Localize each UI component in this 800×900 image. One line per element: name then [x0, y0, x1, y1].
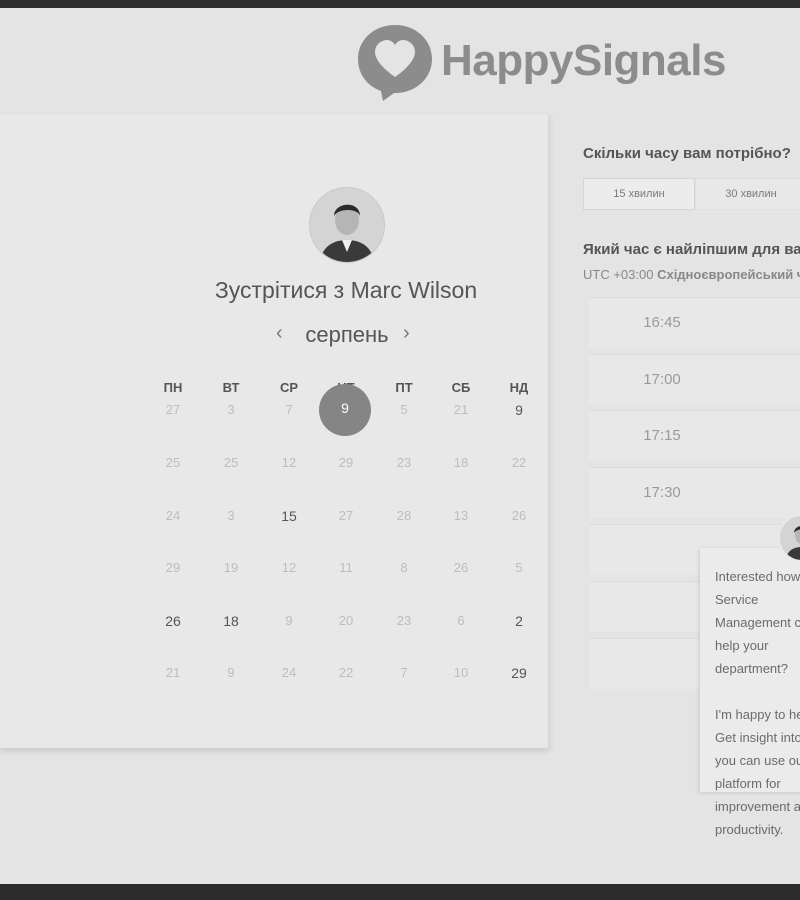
- calendar-day: 19: [223, 560, 239, 575]
- calendar-day: 3: [227, 508, 235, 523]
- month-label: серпень: [305, 322, 389, 347]
- chat-paragraph: Interested how Service Management can he…: [715, 569, 800, 676]
- calendar-day: 21: [165, 665, 181, 680]
- calendar-day: 11: [339, 560, 353, 575]
- duration-option-30[interactable]: 30 хвилин: [695, 178, 800, 210]
- calendar-day: 13: [453, 508, 469, 523]
- weekday-header: ПН: [163, 380, 183, 395]
- calendar-day: 29: [165, 560, 181, 575]
- calendar-day-selected[interactable]: 9: [319, 384, 371, 436]
- duration-question: Скільки часу вам потрібно?: [583, 145, 791, 162]
- person-photo-icon: [310, 188, 384, 262]
- calendar-day: 28: [396, 508, 412, 523]
- timezone-offset: UTC +03:00: [583, 267, 654, 282]
- calendar-day: 5: [400, 402, 408, 417]
- weekday-header: СР: [279, 380, 299, 395]
- calendar-day: 23: [396, 455, 412, 470]
- host-calendar-card: [0, 114, 549, 748]
- time-slot[interactable]: 16:45: [589, 297, 800, 348]
- calendar-day: 12: [281, 560, 297, 575]
- calendar-day: 18: [453, 455, 469, 470]
- calendar-day-available[interactable]: 29: [499, 666, 539, 680]
- person-photo-icon: [780, 516, 800, 560]
- time-slot[interactable]: 17:00: [589, 354, 800, 405]
- calendar-day: 8: [400, 560, 408, 575]
- weekday-header: ПТ: [395, 380, 413, 395]
- calendar-day: 25: [223, 455, 239, 470]
- chat-paragraph: I'm happy to help! Get insight into how …: [715, 707, 800, 837]
- brand-name: HappySignals: [441, 36, 726, 85]
- bottom-bar: [0, 884, 800, 900]
- calendar-day: 26: [453, 560, 469, 575]
- calendar-day: 22: [338, 665, 354, 680]
- calendar-day: 26: [511, 508, 527, 523]
- calendar-day-available[interactable]: 26: [153, 614, 193, 628]
- calendar-day: 9: [285, 613, 293, 628]
- calendar-day: 29: [338, 455, 354, 470]
- calendar-day: 7: [285, 402, 293, 417]
- calendar-day-available[interactable]: 9: [499, 403, 539, 417]
- host-avatar: [309, 187, 385, 263]
- calendar-day: 5: [515, 560, 523, 575]
- calendar-day: 24: [165, 508, 181, 523]
- calendar-day: 20: [338, 613, 354, 628]
- timezone-label[interactable]: UTC +03:00 Східноєвропейський час: [583, 267, 800, 282]
- chat-message: Interested how Service Management can he…: [715, 565, 800, 841]
- calendar-day-available[interactable]: 18: [211, 614, 251, 628]
- top-bar: [0, 0, 800, 8]
- calendar-day: 7: [400, 665, 408, 680]
- calendar-day: 21: [453, 402, 469, 417]
- time-slot[interactable]: 17:30: [589, 467, 800, 518]
- chevron-right-icon[interactable]: ›: [403, 322, 410, 345]
- timezone-name: Східноєвропейський час: [657, 267, 800, 282]
- month-navigation: ‹ серпень ›: [262, 320, 432, 350]
- calendar-day: 22: [511, 455, 527, 470]
- calendar-day: 25: [165, 455, 181, 470]
- heart-speech-bubble-icon: [358, 25, 432, 101]
- calendar-day: 24: [281, 665, 297, 680]
- calendar-day: 12: [281, 455, 297, 470]
- host-name: Marc Wilson: [350, 277, 478, 303]
- calendar-day: 23: [396, 613, 412, 628]
- calendar-day: 27: [338, 508, 354, 523]
- time-question: Який час є найліпшим для вас?: [583, 241, 800, 258]
- calendar-day: 27: [165, 402, 181, 417]
- calendar-day-available[interactable]: 15: [269, 509, 309, 523]
- chevron-left-icon[interactable]: ‹: [276, 322, 283, 345]
- weekday-header: СБ: [451, 380, 471, 395]
- calendar-day: 10: [453, 665, 469, 680]
- weekday-header: НД: [509, 380, 529, 395]
- weekday-header: ВТ: [222, 380, 240, 395]
- time-slot[interactable]: 17:15: [589, 410, 800, 461]
- calendar-day: 9: [227, 665, 235, 680]
- duration-option-15[interactable]: 15 хвилин: [583, 178, 695, 210]
- calendar-day: 3: [227, 402, 235, 417]
- meet-title-prefix: Зустрітися з: [214, 277, 351, 303]
- calendar-day-available[interactable]: 2: [499, 614, 539, 628]
- calendar-day: 6: [457, 613, 465, 628]
